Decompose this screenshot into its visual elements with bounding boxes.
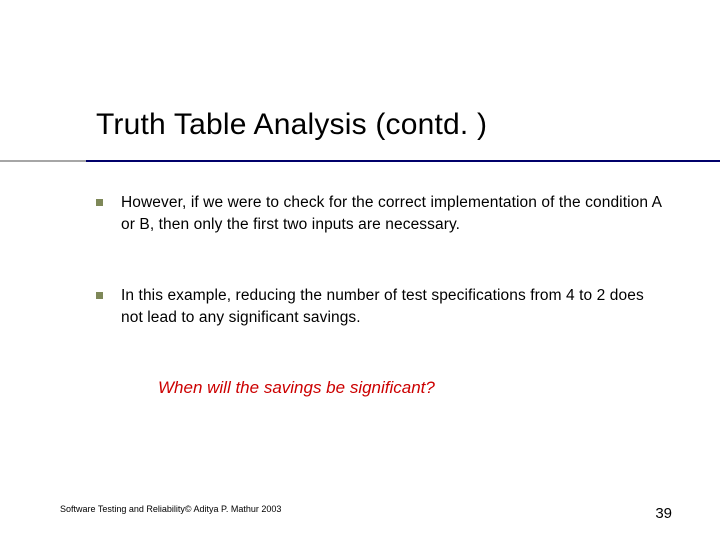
list-item: However, if we were to check for the cor…	[96, 192, 670, 237]
page-number: 39	[655, 505, 672, 522]
callout-question: When will the savings be significant?	[158, 378, 670, 398]
underline-accent-gray	[0, 160, 86, 162]
footer-credit: Software Testing and Reliability© Aditya…	[60, 504, 281, 514]
content-area: However, if we were to check for the cor…	[96, 192, 670, 398]
slide: Truth Table Analysis (contd. ) However, …	[0, 0, 720, 540]
list-item: In this example, reducing the number of …	[96, 285, 670, 330]
title-area: Truth Table Analysis (contd. )	[96, 108, 680, 142]
bullet-text: In this example, reducing the number of …	[121, 285, 670, 330]
title-underline	[0, 160, 720, 162]
square-bullet-icon	[96, 199, 103, 206]
bullet-text: However, if we were to check for the cor…	[121, 192, 670, 237]
square-bullet-icon	[96, 292, 103, 299]
underline-accent-navy	[86, 160, 720, 162]
slide-title: Truth Table Analysis (contd. )	[96, 108, 680, 142]
